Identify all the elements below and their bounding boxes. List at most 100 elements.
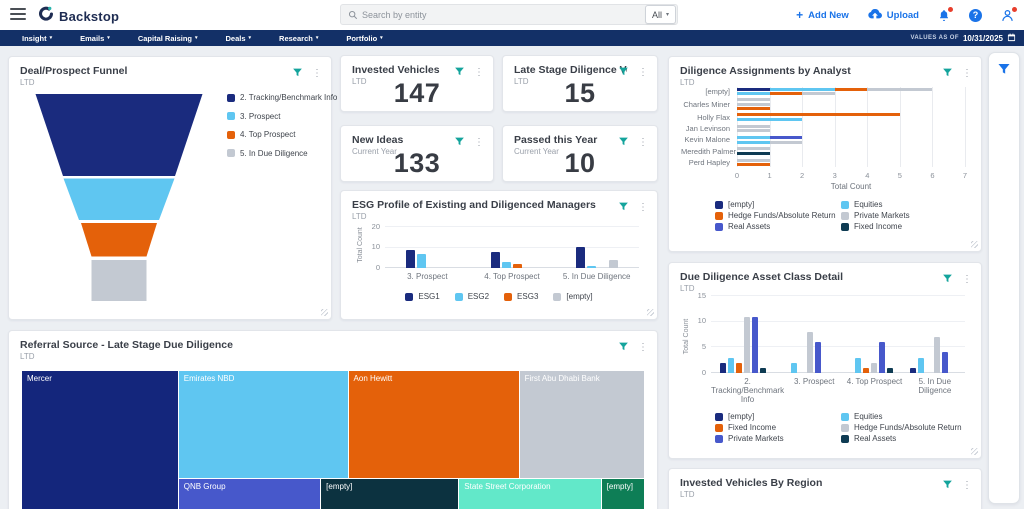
bar-empty (609, 260, 618, 268)
nav-item-capital-raising[interactable]: Capital Raising▾ (124, 34, 212, 43)
bar-empty (910, 368, 916, 373)
question-mark-icon: ? (969, 9, 982, 22)
filter-icon[interactable] (618, 199, 629, 217)
resize-handle[interactable] (321, 309, 328, 316)
stacked-bar (737, 163, 965, 166)
nav-item-research[interactable]: Research▾ (265, 34, 332, 43)
search-scope-select[interactable]: All ▾ (645, 5, 676, 24)
widget-referral-source: Referral Source - Late Stage Due Diligen… (8, 330, 658, 509)
notifications-button[interactable] (938, 9, 950, 22)
kebab-menu-icon[interactable]: ⋮ (962, 275, 972, 285)
stacked-bar (737, 113, 965, 116)
analyst-row-empty: [empty] (681, 87, 965, 96)
bar-esg1 (576, 247, 585, 268)
legend-label: Private Markets (728, 434, 784, 443)
legend-label: Private Markets (854, 211, 910, 220)
kebab-menu-icon[interactable]: ⋮ (638, 343, 648, 353)
resize-handle[interactable] (647, 309, 654, 316)
legend-label: Real Assets (854, 434, 896, 443)
legend-label: Fixed Income (728, 423, 776, 432)
bar-equities (791, 363, 797, 373)
legend-swatch (841, 435, 849, 443)
treemap-cell-label: First Abu Dhabi Bank (520, 371, 644, 386)
treemap-cell-label: Emirates NBD (179, 371, 349, 386)
bar-segment-gray (802, 92, 835, 95)
nav-item-label: Portfolio (346, 34, 377, 43)
add-new-button[interactable]: + Add New (796, 9, 849, 21)
bar-group-3-prospect (783, 332, 829, 373)
treemap-cell-mercer[interactable]: Mercer (22, 371, 179, 509)
legend-swatch (715, 413, 723, 421)
kebab-menu-icon[interactable]: ⋮ (962, 69, 972, 79)
filter-icon[interactable] (997, 62, 1011, 503)
nav-item-portfolio[interactable]: Portfolio▾ (332, 34, 396, 43)
legend-label: ESG2 (468, 292, 489, 301)
funnel-stage-4-top-prospect (81, 223, 157, 257)
bar-private-markets (879, 342, 885, 373)
main-nav-bar: Insight▾Emails▾Capital Raising▾Deals▾Res… (0, 30, 1024, 46)
treemap-cell-qnb-group[interactable]: QNB Group (179, 479, 321, 509)
hamburger-menu-icon[interactable] (10, 8, 26, 21)
treemap-cell-emirates-nbd[interactable]: Emirates NBD (179, 371, 349, 479)
bar-group-3-prospect (406, 250, 448, 268)
analyst-row-charles-miner: Charles Miner (681, 98, 965, 110)
y-tick-label: 0 (702, 368, 706, 377)
x-tick-label: 5 (898, 171, 902, 180)
filter-icon[interactable] (618, 339, 629, 357)
treemap-cell-first-abu-dhabi-bank[interactable]: First Abu Dhabi Bank (520, 371, 644, 479)
analyst-bars (737, 136, 965, 144)
analyst-label: [empty] (681, 87, 737, 96)
bar-real-assets (887, 368, 893, 373)
kebab-menu-icon[interactable]: ⋮ (962, 481, 972, 491)
upload-button[interactable]: Upload (868, 8, 919, 22)
filter-icon[interactable] (942, 65, 953, 83)
kebab-menu-icon[interactable]: ⋮ (474, 68, 484, 78)
kebab-menu-icon[interactable]: ⋮ (638, 138, 648, 148)
nav-item-deals[interactable]: Deals▾ (212, 34, 266, 43)
kebab-menu-icon[interactable]: ⋮ (638, 68, 648, 78)
treemap-cell-aon-hewitt[interactable]: Aon Hewitt (349, 371, 520, 479)
kpi-value: 147 (341, 78, 493, 109)
filter-icon[interactable] (942, 271, 953, 289)
filter-side-panel[interactable] (988, 52, 1020, 504)
legend-swatch (504, 293, 512, 301)
filter-icon[interactable] (942, 477, 953, 495)
treemap-cell-empty[interactable]: [empty] (602, 479, 644, 509)
bar-segment-royal (770, 136, 803, 139)
treemap-cell-empty[interactable]: [empty] (321, 479, 459, 509)
legend-item-real-assets: Real Assets (715, 221, 831, 232)
nav-item-emails[interactable]: Emails▾ (66, 34, 124, 43)
search-input[interactable] (358, 10, 645, 20)
nav-item-insight[interactable]: Insight▾ (8, 34, 66, 43)
analyst-row-meredith-palmer: Meredith Palmer (681, 147, 965, 156)
legend-label: 4. Top Prospect (240, 130, 295, 139)
legend-item-empty: [empty] (553, 292, 592, 301)
kebab-menu-icon[interactable]: ⋮ (638, 203, 648, 213)
legend-swatch (715, 212, 723, 220)
user-account-button[interactable] (1001, 9, 1014, 22)
app-logo[interactable]: Backstop (38, 6, 119, 27)
resize-handle[interactable] (971, 448, 978, 455)
kpi-value: 133 (341, 148, 493, 179)
legend-item-private-markets: Private Markets (715, 433, 831, 444)
kebab-menu-icon[interactable]: ⋮ (474, 138, 484, 148)
resize-handle[interactable] (971, 241, 978, 248)
nav-item-label: Insight (22, 34, 47, 43)
help-button[interactable]: ? (969, 9, 982, 22)
analyst-label: Jan Levinson (681, 124, 737, 133)
bar-segment-gray (737, 125, 770, 128)
legend-label: 5. In Due Diligence (240, 149, 308, 158)
funnel-stage-2-tracking-benchmark-info (36, 94, 203, 176)
legend-item-fixed-income: Fixed Income (715, 422, 831, 433)
nav-item-label: Deals (226, 34, 246, 43)
widget-due-diligence-asset-class-detail: Due Diligence Asset Class Detail LTD⋮ To… (668, 262, 982, 459)
values-as-of[interactable]: VALUES AS OF 10/31/2025 (910, 29, 1016, 47)
treemap-cell-state-street-corporation[interactable]: State Street Corporation (459, 479, 601, 509)
legend-label: Fixed Income (854, 222, 902, 231)
legend-label: Hedge Funds/Absolute Return (854, 423, 962, 432)
category-label: 4. Top Prospect (470, 272, 555, 281)
widget-esg-profile: ESG Profile of Existing and Diligenced M… (340, 190, 658, 320)
chevron-down-icon: ▾ (316, 36, 319, 41)
stacked-bar (737, 107, 965, 110)
x-tick-label: 1 (767, 171, 771, 180)
